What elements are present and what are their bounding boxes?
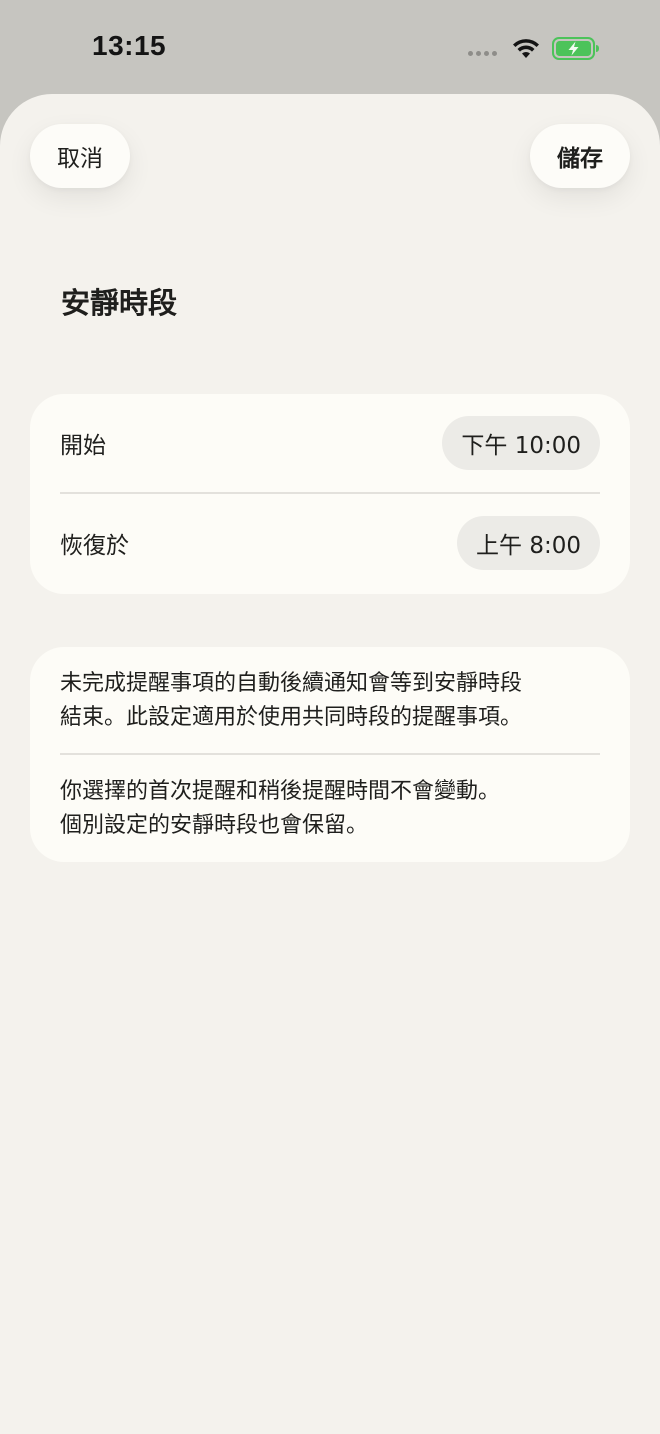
resume-time-picker[interactable]: 上午 8:00 (457, 516, 600, 570)
resume-row: 恢復於 上午 8:00 (60, 516, 600, 570)
quiet-hours-sheet: 取消 儲存 安靜時段 開始 下午 10:00 恢復於 上午 8:00 未完成提醒… (0, 94, 660, 1434)
divider (60, 753, 600, 755)
start-row: 開始 下午 10:00 (60, 416, 600, 470)
wifi-icon (513, 39, 539, 58)
status-time: 13:15 (92, 30, 167, 61)
info-line: 你選擇的首次提醒和稍後提醒時間不會變動。 (60, 779, 501, 804)
schedule-card: 開始 下午 10:00 恢復於 上午 8:00 (30, 394, 630, 594)
cancel-button[interactable]: 取消 (30, 124, 130, 188)
info-paragraph-unchanged: 你選擇的首次提醒和稍後提醒時間不會變動。 個別設定的安靜時段也會保留。 (60, 775, 605, 843)
page-title: 安靜時段 (61, 286, 178, 320)
info-line: 未完成提醒事項的自動後續通知會等到安靜時段 (60, 671, 523, 696)
info-card: 未完成提醒事項的自動後續通知會等到安靜時段 結束。此設定適用於使用共同時段的提醒… (30, 647, 630, 862)
battery-charging-icon (552, 37, 599, 60)
divider (60, 492, 600, 494)
status-bar: 13:15 (0, 0, 660, 94)
start-label: 開始 (60, 433, 106, 459)
resume-label: 恢復於 (60, 533, 129, 559)
info-line: 個別設定的安靜時段也會保留。 (60, 813, 369, 838)
signal-dots-icon (468, 51, 497, 56)
info-line: 結束。此設定適用於使用共同時段的提醒事項。 (60, 705, 523, 730)
start-time-picker[interactable]: 下午 10:00 (442, 416, 600, 470)
save-button[interactable]: 儲存 (530, 124, 630, 188)
info-paragraph-follow-up: 未完成提醒事項的自動後續通知會等到安靜時段 結束。此設定適用於使用共同時段的提醒… (60, 667, 605, 735)
